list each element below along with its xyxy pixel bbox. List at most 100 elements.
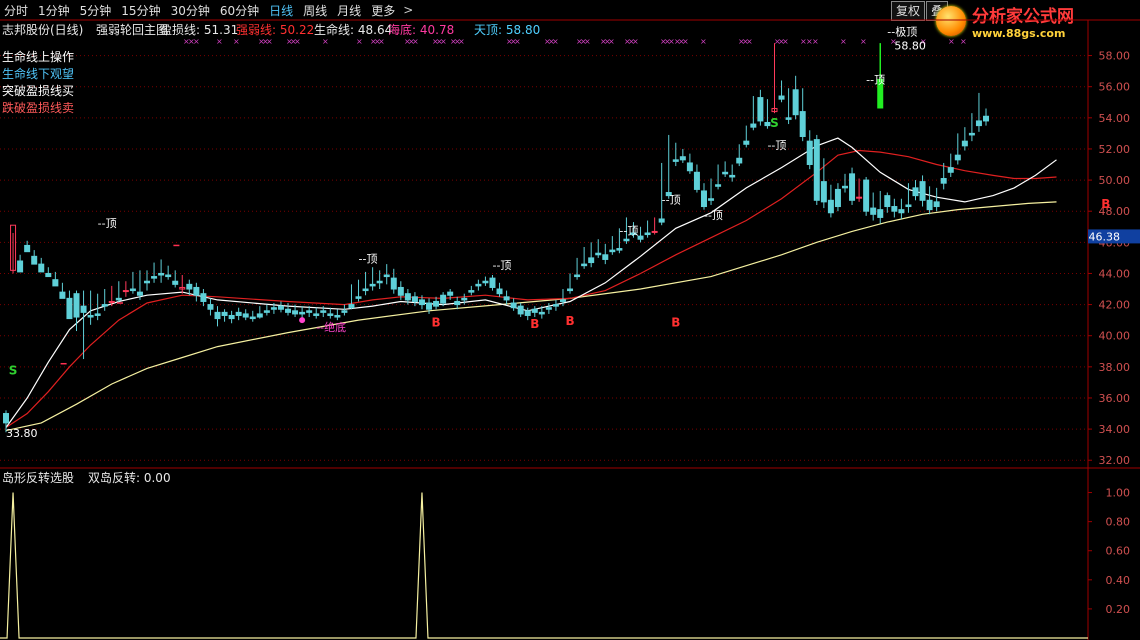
candle-body [151, 276, 158, 279]
legend-item-0: 生命线上操作 [2, 49, 74, 64]
candle-body [66, 297, 73, 320]
candle-body [320, 310, 327, 313]
candle-body [285, 308, 292, 313]
bottom-dot [299, 317, 306, 324]
y-tick-label: 56.00 [1099, 81, 1131, 94]
sub-y-tick-label: 0.20 [1106, 603, 1131, 616]
legend-item-2: 突破盈损线买 [2, 83, 74, 98]
y-tick-label: 44.00 [1099, 267, 1131, 280]
sub-y-tick-label: 0.60 [1106, 545, 1131, 558]
candle-body [207, 304, 214, 310]
candle-body [426, 302, 433, 310]
candle-body [919, 181, 926, 201]
candle-body [24, 244, 31, 253]
candle-body [228, 314, 235, 320]
y-tick-label: 34.00 [1099, 423, 1131, 436]
sub-title: 岛形反转选股 [2, 470, 74, 485]
x-marker: × [840, 37, 847, 46]
candle-body [616, 248, 623, 251]
x-marker: × [860, 37, 867, 46]
annotation-2: --顶 [492, 259, 511, 272]
annotation-6: --顶 [767, 139, 786, 152]
candle-body [813, 139, 820, 201]
x-marker: × [294, 37, 301, 46]
candle-body [31, 255, 38, 265]
x-marker: × [746, 37, 753, 46]
candle-body [708, 198, 715, 201]
candle-body [468, 290, 475, 293]
annotation-11: 33.80 [6, 427, 38, 440]
x-marker: × [584, 37, 591, 46]
candle-body [757, 97, 764, 122]
candle-body [87, 314, 94, 318]
x-marker: × [682, 37, 689, 46]
header-stock: 志邦股份(日线) [2, 23, 83, 37]
signal-B-4: B [565, 314, 574, 328]
candle-body [158, 272, 165, 276]
candle-body [263, 310, 270, 313]
header-item-3: 海底: 40.78 [388, 22, 454, 37]
candle-body [729, 174, 736, 178]
candle-body [503, 296, 510, 301]
candle-body [327, 313, 334, 316]
candle-body [418, 299, 425, 306]
x-marker: × [458, 37, 465, 46]
candle-body [567, 288, 574, 292]
candle-body [17, 260, 24, 273]
double-island-line [0, 492, 1088, 639]
candle-body [559, 299, 566, 302]
candle-body [834, 188, 841, 208]
candle-body [249, 316, 256, 320]
candle-body [59, 291, 66, 299]
candle-body [355, 296, 362, 299]
candle-body [968, 132, 975, 136]
candle-body [221, 311, 228, 316]
candle-body [172, 280, 179, 285]
candle-body [80, 305, 87, 313]
sub-y-tick-label: 0.80 [1106, 516, 1131, 529]
candle-body [891, 206, 898, 212]
candle-body [722, 171, 729, 175]
candle-body [778, 95, 785, 100]
annotation-3: --顶 [619, 225, 638, 238]
x-marker: × [514, 37, 521, 46]
candle-body [108, 300, 115, 303]
candle-body [404, 293, 411, 301]
x-marker: × [552, 37, 559, 46]
candle-body [3, 413, 9, 424]
candle-body [482, 280, 489, 284]
strength-line [5, 149, 1057, 429]
candle-body [369, 283, 376, 287]
candle-body [975, 120, 982, 127]
candle-body [574, 274, 581, 278]
annotation-7: --顶 [866, 74, 885, 87]
y-tick-label: 36.00 [1099, 392, 1131, 405]
header-item-0: 盈损线: 51.31 [160, 23, 238, 37]
x-marker: × [322, 37, 329, 46]
header-item-2: 生命线: 48.64 [314, 22, 392, 37]
candle-body [856, 196, 863, 199]
x-marker: × [608, 37, 615, 46]
y-tick-label: 50.00 [1099, 174, 1131, 187]
candle-body [743, 140, 750, 145]
candle-body [588, 257, 595, 264]
candle-body [820, 181, 827, 203]
candle-body [376, 280, 383, 284]
candle-body [785, 117, 792, 120]
x-marker: × [960, 37, 967, 46]
candle-body [73, 293, 80, 318]
candle-body [799, 111, 806, 137]
candle-body [496, 288, 503, 295]
stock-chart[interactable]: 32.0034.0036.0038.0040.0042.0044.0046.00… [0, 0, 1140, 640]
candle-body [877, 209, 884, 218]
candle-body [362, 288, 369, 292]
candle-body [926, 199, 933, 211]
annotation-4: --顶 [662, 193, 681, 206]
candle-body [200, 293, 207, 302]
candle-body [905, 204, 912, 208]
candle-body [122, 290, 129, 293]
y-tick-label: 40.00 [1099, 330, 1131, 343]
candle-body [933, 201, 940, 208]
x-marker: × [193, 37, 200, 46]
candle-body [679, 156, 686, 161]
